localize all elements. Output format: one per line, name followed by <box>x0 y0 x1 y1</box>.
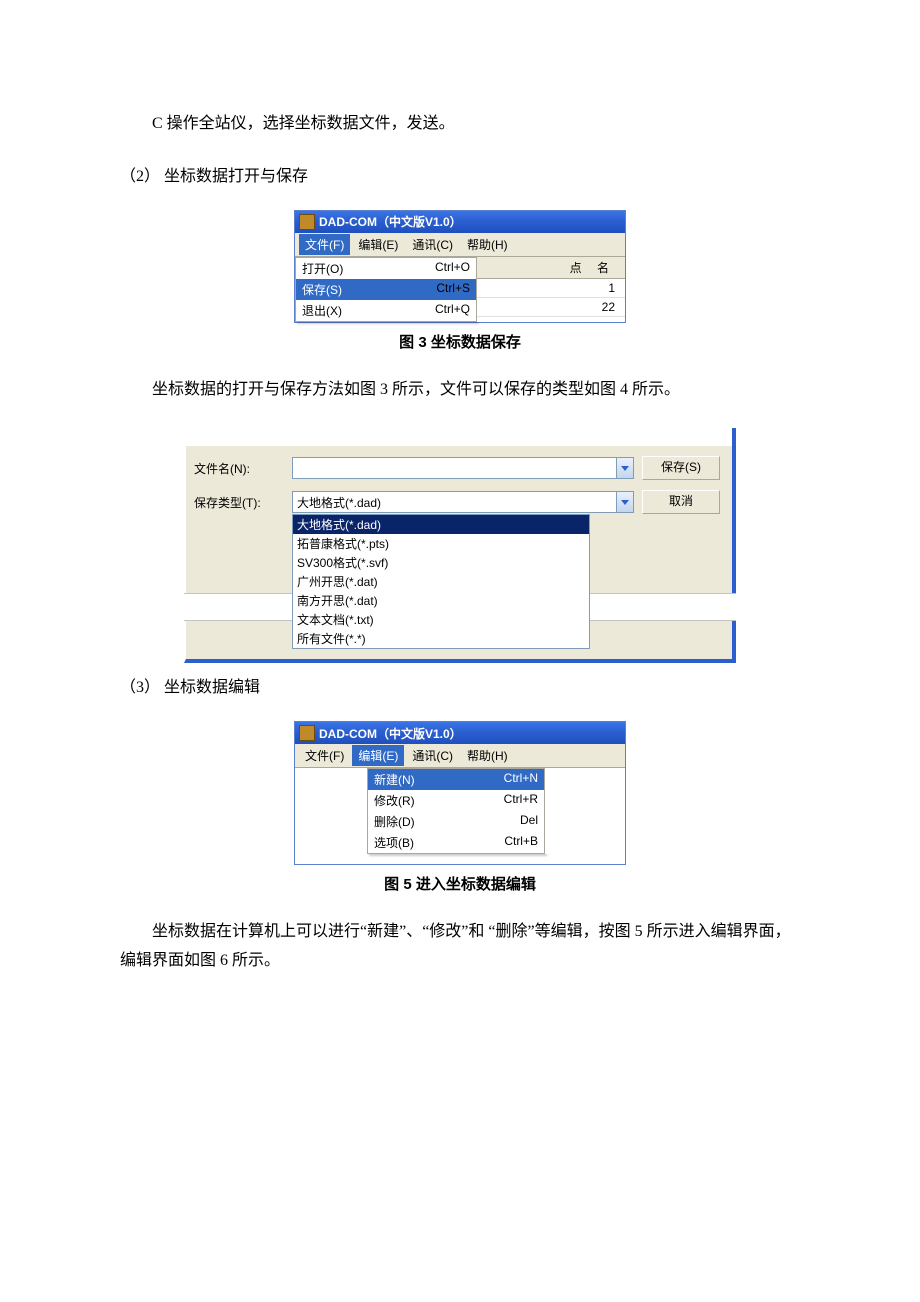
menu-item-shortcut: Ctrl+R <box>504 792 538 809</box>
fig4-dialog: 文件名(N): 保存(S) 保存类型(T): 大地格式(*.dad) 取消 大地 <box>184 428 736 621</box>
section-2-title: （2） 坐标数据打开与保存 <box>120 163 800 192</box>
section-3-title: （3） 坐标数据编辑 <box>120 674 800 703</box>
fig5-edit-dropdown: 新建(N)Ctrl+N修改(R)Ctrl+R删除(D)Del选项(B)Ctrl+… <box>367 768 545 854</box>
type-option[interactable]: 大地格式(*.dad) <box>293 515 589 534</box>
menu-edit[interactable]: 编辑(E) <box>352 745 404 766</box>
menu-item-退出(X)[interactable]: 退出(X)Ctrl+Q <box>296 300 476 321</box>
filename-value <box>293 458 616 478</box>
section-2-para: 坐标数据的打开与保存方法如图 3 所示，文件可以保存的类型如图 4 所示。 <box>120 376 800 405</box>
fig3-file-dropdown: 打开(O)Ctrl+O保存(S)Ctrl+S退出(X)Ctrl+Q <box>295 257 477 322</box>
menu-item-label: 新建(N) <box>374 771 504 788</box>
app-icon <box>299 214 315 230</box>
menu-help[interactable]: 帮助(H) <box>461 234 514 255</box>
label-filename: 文件名(N): <box>194 460 284 477</box>
fig5-caption: 图 5 进入坐标数据编辑 <box>120 873 800 894</box>
fig3-row: 22 <box>477 298 625 317</box>
section-3-para: 坐标数据在计算机上可以进行“新建”、“修改”和 “删除”等编辑，按图 5 所示进… <box>120 918 800 976</box>
type-options-list[interactable]: 大地格式(*.dad)拓普康格式(*.pts)SV300格式(*.svf)广州开… <box>292 514 590 649</box>
menu-item-label: 删除(D) <box>374 813 520 830</box>
cancel-button[interactable]: 取消 <box>642 490 720 514</box>
type-combo[interactable]: 大地格式(*.dad) <box>292 491 634 513</box>
type-option[interactable]: 拓普康格式(*.pts) <box>293 534 589 553</box>
filename-combo[interactable] <box>292 457 634 479</box>
menu-item-保存(S)[interactable]: 保存(S)Ctrl+S <box>296 279 476 300</box>
menu-item-shortcut: Ctrl+O <box>435 260 470 277</box>
menu-edit[interactable]: 编辑(E) <box>352 234 404 255</box>
chevron-down-icon[interactable] <box>616 492 633 512</box>
menu-help[interactable]: 帮助(H) <box>461 745 514 766</box>
type-option[interactable]: 所有文件(*.*) <box>293 629 589 648</box>
fig3-data-col: 点 名 1 22 <box>477 257 625 322</box>
type-option[interactable]: SV300格式(*.svf) <box>293 553 589 572</box>
fig5-title: DAD-COM（中文版V1.0） <box>319 725 462 742</box>
fig3-col-header: 点 名 <box>477 257 625 279</box>
body-line-c: C 操作全站仪，选择坐标数据文件，发送。 <box>152 110 800 139</box>
menu-file[interactable]: 文件(F) <box>299 745 350 766</box>
menu-item-label: 保存(S) <box>302 281 436 298</box>
menu-item-label: 打开(O) <box>302 260 435 277</box>
menu-item-label: 退出(X) <box>302 302 435 319</box>
menu-item-shortcut: Ctrl+S <box>436 281 470 298</box>
menu-item-shortcut: Ctrl+B <box>504 834 538 851</box>
menu-item-新建(N)[interactable]: 新建(N)Ctrl+N <box>368 769 544 790</box>
menu-item-删除(D)[interactable]: 删除(D)Del <box>368 811 544 832</box>
menu-item-打开(O)[interactable]: 打开(O)Ctrl+O <box>296 258 476 279</box>
chevron-down-icon[interactable] <box>616 458 633 478</box>
fig5-titlebar[interactable]: DAD-COM（中文版V1.0） <box>295 722 625 744</box>
fig3-window: DAD-COM（中文版V1.0） 文件(F) 编辑(E) 通讯(C) 帮助(H)… <box>294 210 626 323</box>
type-value: 大地格式(*.dad) <box>293 492 616 512</box>
type-option[interactable]: 南方开思(*.dat) <box>293 591 589 610</box>
menu-item-shortcut: Ctrl+N <box>504 771 538 788</box>
menu-item-shortcut: Del <box>520 813 538 830</box>
fig3-title: DAD-COM（中文版V1.0） <box>319 213 462 230</box>
fig5-menubar: 文件(F) 编辑(E) 通讯(C) 帮助(H) <box>295 744 625 768</box>
fig5-window: DAD-COM（中文版V1.0） 文件(F) 编辑(E) 通讯(C) 帮助(H)… <box>294 721 626 865</box>
type-option[interactable]: 广州开思(*.dat) <box>293 572 589 591</box>
type-option[interactable]: 文本文档(*.txt) <box>293 610 589 629</box>
menu-comm[interactable]: 通讯(C) <box>406 745 459 766</box>
menu-item-选项(B)[interactable]: 选项(B)Ctrl+B <box>368 832 544 853</box>
menu-item-shortcut: Ctrl+Q <box>435 302 470 319</box>
menu-item-修改(R)[interactable]: 修改(R)Ctrl+R <box>368 790 544 811</box>
menu-item-label: 选项(B) <box>374 834 504 851</box>
menu-comm[interactable]: 通讯(C) <box>406 234 459 255</box>
menu-item-label: 修改(R) <box>374 792 504 809</box>
fig3-caption: 图 3 坐标数据保存 <box>120 331 800 352</box>
fig3-menubar: 文件(F) 编辑(E) 通讯(C) 帮助(H) <box>295 233 625 257</box>
save-button[interactable]: 保存(S) <box>642 456 720 480</box>
menu-file[interactable]: 文件(F) <box>299 234 350 255</box>
fig3-titlebar[interactable]: DAD-COM（中文版V1.0） <box>295 211 625 233</box>
label-type: 保存类型(T): <box>194 494 284 511</box>
app-icon <box>299 725 315 741</box>
fig3-row: 1 <box>477 279 625 298</box>
